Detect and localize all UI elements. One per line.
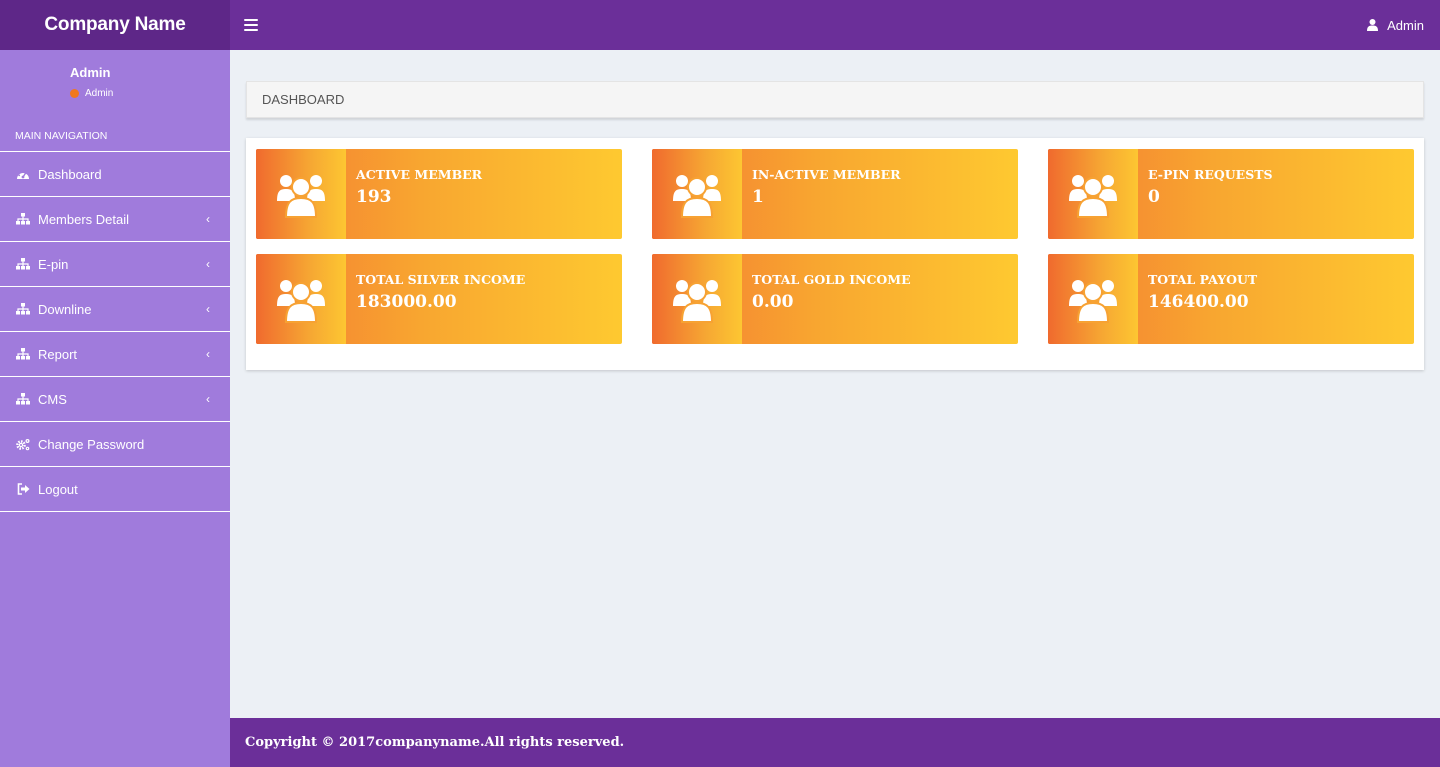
sitemap-icon bbox=[15, 302, 31, 316]
user-menu-label[interactable]: Admin bbox=[1387, 18, 1424, 33]
stat-value: 183000.00 bbox=[356, 292, 457, 312]
sidebar-item-label[interactable]: Members Detail bbox=[38, 212, 129, 227]
stat-card-inactive-member[interactable]: IN-ACTIVE MEMBER 1 bbox=[652, 149, 1018, 239]
sitemap-icon bbox=[15, 392, 31, 406]
dashboard-icon bbox=[15, 167, 31, 181]
stat-value: 0.00 bbox=[752, 292, 794, 312]
stat-value: 1 bbox=[752, 187, 764, 207]
sidebar-item-cms[interactable]: CMS ‹ bbox=[0, 377, 230, 422]
sidebar-item-logout[interactable]: Logout bbox=[0, 467, 230, 512]
sidebar-item-label[interactable]: Dashboard bbox=[38, 167, 102, 182]
chevron-left-icon: ‹ bbox=[206, 302, 210, 316]
brand-logo[interactable]: Company Name bbox=[0, 0, 230, 50]
sidebar-item-e-pin[interactable]: E-pin ‹ bbox=[0, 242, 230, 287]
user-status-label: Admin bbox=[85, 88, 114, 99]
stat-card-total-gold-income[interactable]: TOTAL GOLD INCOME 0.00 bbox=[652, 254, 1018, 344]
stat-card-total-payout[interactable]: TOTAL PAYOUT 146400.00 bbox=[1048, 254, 1414, 344]
sidebar-item-members-detail[interactable]: Members Detail ‹ bbox=[0, 197, 230, 242]
copyright-text: Copyright © 2017companyname.All rights r… bbox=[245, 735, 625, 750]
sitemap-icon bbox=[15, 347, 31, 361]
chevron-left-icon: ‹ bbox=[206, 392, 210, 406]
stat-value: 193 bbox=[356, 187, 392, 207]
sitemap-icon bbox=[15, 212, 31, 226]
sidebar-item-change-password[interactable]: Change Password bbox=[0, 422, 230, 467]
stats-panel: ACTIVE MEMBER 193 IN-ACTIVE MEMBER 1 E-P… bbox=[246, 138, 1424, 370]
users-icon bbox=[652, 254, 742, 344]
sidebar-menu: Dashboard Members Detail ‹ E-pin ‹ Downl… bbox=[0, 152, 230, 512]
user-menu[interactable]: Admin bbox=[1367, 0, 1424, 50]
cogs-icon bbox=[15, 437, 31, 451]
sidebar-item-label[interactable]: E-pin bbox=[38, 257, 68, 272]
chevron-left-icon: ‹ bbox=[206, 212, 210, 226]
sidebar-toggle-icon[interactable] bbox=[244, 19, 258, 31]
chevron-left-icon: ‹ bbox=[206, 257, 210, 271]
users-icon bbox=[256, 149, 346, 239]
stat-label: TOTAL SILVER INCOME bbox=[356, 272, 526, 287]
sidebar-item-label[interactable]: Downline bbox=[38, 302, 91, 317]
sidebar-item-label[interactable]: Report bbox=[38, 347, 77, 362]
chevron-left-icon: ‹ bbox=[206, 347, 210, 361]
stat-card-active-member[interactable]: ACTIVE MEMBER 193 bbox=[256, 149, 622, 239]
user-panel: Admin Admin bbox=[0, 50, 230, 120]
stat-label: TOTAL GOLD INCOME bbox=[752, 272, 911, 287]
sidebar-item-label[interactable]: CMS bbox=[38, 392, 67, 407]
users-icon bbox=[256, 254, 346, 344]
sidebar-item-report[interactable]: Report ‹ bbox=[0, 332, 230, 377]
users-icon bbox=[1048, 254, 1138, 344]
stat-card-epin-requests[interactable]: E-PIN REQUESTS 0 bbox=[1048, 149, 1414, 239]
users-icon bbox=[652, 149, 742, 239]
stat-label: IN-ACTIVE MEMBER bbox=[752, 167, 901, 182]
user-status: Admin bbox=[70, 88, 113, 99]
status-dot-icon bbox=[70, 89, 79, 98]
footer: Copyright © 2017companyname.All rights r… bbox=[230, 718, 1440, 767]
stat-label: ACTIVE MEMBER bbox=[356, 167, 483, 182]
brand-name[interactable]: Company Name bbox=[44, 14, 185, 36]
users-icon bbox=[1048, 149, 1138, 239]
sidebar: Admin Admin MAIN NAVIGATION Dashboard Me… bbox=[0, 50, 230, 767]
stat-label: TOTAL PAYOUT bbox=[1148, 272, 1258, 287]
page-title: DASHBOARD bbox=[262, 92, 345, 107]
stat-label: E-PIN REQUESTS bbox=[1148, 167, 1273, 182]
nav-header: MAIN NAVIGATION bbox=[0, 120, 230, 152]
breadcrumb: DASHBOARD bbox=[246, 81, 1424, 118]
sitemap-icon bbox=[15, 257, 31, 271]
top-header: Company Name Admin bbox=[0, 0, 1440, 50]
sidebar-item-downline[interactable]: Downline ‹ bbox=[0, 287, 230, 332]
stat-card-total-silver-income[interactable]: TOTAL SILVER INCOME 183000.00 bbox=[256, 254, 622, 344]
sidebar-item-dashboard[interactable]: Dashboard bbox=[0, 152, 230, 197]
stat-value: 146400.00 bbox=[1148, 292, 1249, 312]
logout-icon bbox=[15, 482, 31, 496]
stat-value: 0 bbox=[1148, 187, 1160, 207]
user-icon bbox=[1367, 19, 1379, 31]
sidebar-item-label[interactable]: Change Password bbox=[38, 437, 144, 452]
sidebar-item-label[interactable]: Logout bbox=[38, 482, 78, 497]
user-name: Admin bbox=[70, 65, 111, 80]
